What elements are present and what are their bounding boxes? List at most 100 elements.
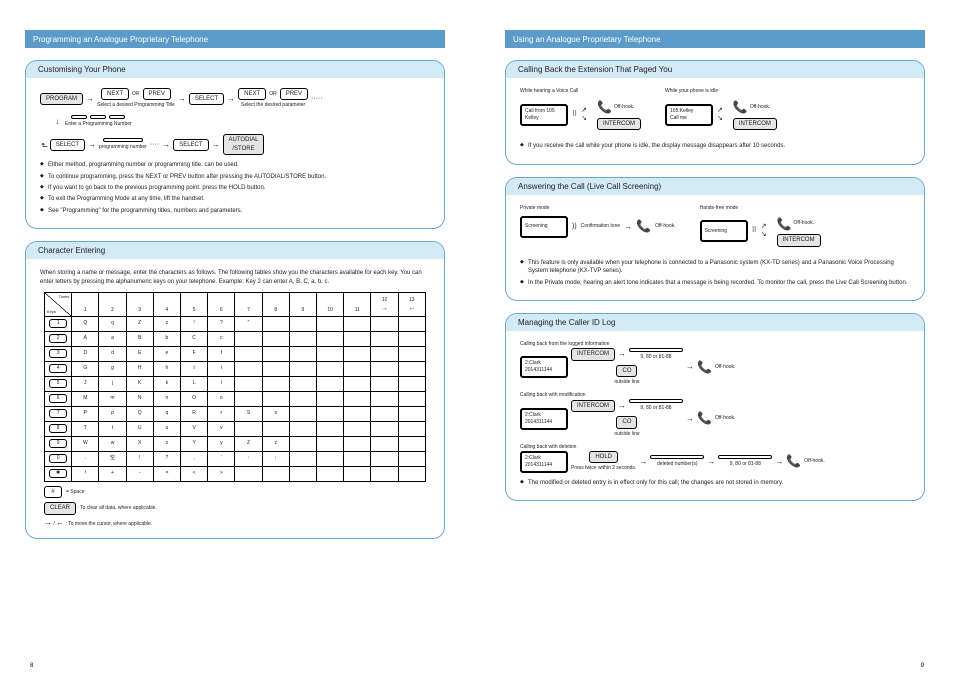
offhook-label: Off-hook.	[655, 223, 675, 230]
char-cell	[398, 421, 425, 436]
prev-button[interactable]: PREV	[143, 88, 171, 100]
char-cell: q	[153, 406, 180, 421]
right-bar-title: Using an Analogue Proprietary Telephone	[513, 35, 661, 44]
co-button[interactable]: CO	[616, 365, 637, 377]
hash-key[interactable]: #	[44, 486, 62, 498]
char-cell	[344, 361, 371, 376]
dial-key-7[interactable]: 7	[49, 409, 67, 418]
co-button-2[interactable]: CO	[616, 416, 637, 428]
left-arrow-icon: ←	[56, 518, 64, 527]
char-cell: o	[208, 391, 235, 406]
dial-key-2[interactable]: 2	[49, 334, 67, 343]
char-cell: i	[208, 361, 235, 376]
r1-body: While hearing a Voice Call Call from 105…	[506, 78, 924, 164]
r2-bullets: This feature is only available when your…	[520, 259, 910, 290]
table-row: 8TtUuVv	[45, 421, 426, 436]
r2-hands-heading: Hands-free mode	[700, 205, 739, 212]
th: 13←	[398, 292, 425, 316]
table-header-row: Times Keys 1 2 3 4 5 6 7 8	[45, 292, 426, 316]
char-cell: v	[208, 421, 235, 436]
intercom-button-5[interactable]: INTERCOM	[571, 400, 615, 412]
dial-key-0[interactable]: 0	[49, 454, 67, 463]
next-button[interactable]: NEXT	[101, 88, 129, 100]
prog-no-caption: programming number	[99, 144, 147, 151]
char-cell	[344, 346, 371, 361]
select-button-2[interactable]: SELECT	[50, 139, 85, 151]
char-cell	[262, 316, 289, 331]
customising-bullets: Either method, programming number or pro…	[40, 161, 430, 215]
dial-key-4[interactable]: 4	[49, 364, 67, 373]
char-cell	[344, 451, 371, 466]
right-arrow-icon: →	[44, 518, 52, 527]
display-3: 2:Clark 2014311144	[520, 451, 568, 473]
clear-button[interactable]: CLEAR	[44, 502, 76, 514]
char-cell	[235, 421, 262, 436]
hold-button[interactable]: HOLD	[589, 451, 618, 463]
dial-key-9[interactable]: 9	[49, 439, 67, 448]
intercom-button-4[interactable]: INTERCOM	[571, 348, 615, 360]
mod-field-3[interactable]	[718, 455, 772, 459]
char-cell	[289, 451, 316, 466]
char-cell	[371, 421, 398, 436]
char-cell: =	[153, 466, 180, 481]
dial-key-3[interactable]: 3	[49, 349, 67, 358]
handset-up-icon: 📞	[777, 216, 792, 233]
page-left: 8	[30, 663, 33, 669]
char-cell	[398, 346, 425, 361]
prev-button-2[interactable]: PREV	[280, 88, 308, 100]
select-button[interactable]: SELECT	[189, 93, 224, 105]
char-cell: 空	[99, 451, 126, 466]
char-cell	[317, 361, 344, 376]
char-cell	[371, 436, 398, 451]
mod-field-2[interactable]	[629, 399, 683, 403]
char-cell	[371, 361, 398, 376]
table-row: 9WwXxYyZz	[45, 436, 426, 451]
page-footer: 8 9	[0, 663, 954, 669]
char-cell: l	[208, 376, 235, 391]
dial-key-1[interactable]: 1	[49, 319, 67, 328]
dial-key-6[interactable]: 6	[49, 394, 67, 403]
program-button[interactable]: PROGRAM	[40, 93, 83, 105]
char-cell	[371, 376, 398, 391]
arrow-icon: →	[639, 458, 647, 466]
row-key-cell: 4	[45, 361, 72, 376]
char-cell	[317, 436, 344, 451]
r3-flow-3: 2:Clark 2014311144 HOLD Press twice with…	[520, 451, 910, 473]
char-cell: :	[235, 451, 262, 466]
next-button-2[interactable]: NEXT	[238, 88, 266, 100]
digit-key[interactable]	[109, 115, 125, 119]
r3-title: Managing the Caller ID Log	[506, 314, 924, 331]
row-key-cell: 3	[45, 346, 72, 361]
mod-field[interactable]	[629, 348, 683, 352]
char-cell: b	[153, 331, 180, 346]
deleted-field[interactable]	[650, 455, 704, 459]
dial-key-✱[interactable]: ✱	[49, 469, 67, 478]
th: 6	[208, 292, 235, 316]
digit-key[interactable]	[71, 115, 87, 119]
char-cell: G	[72, 361, 99, 376]
char-cell: F	[181, 346, 208, 361]
char-cell	[344, 391, 371, 406]
table-row: 5JjKkLl	[45, 376, 426, 391]
arrow-icon: →	[775, 458, 783, 466]
intercom-button[interactable]: INTERCOM	[597, 118, 641, 130]
char-cell: P	[72, 406, 99, 421]
dial-key-5[interactable]: 5	[49, 379, 67, 388]
select-button-3[interactable]: SELECT	[173, 139, 208, 151]
r2-body: Private mode Screening )) Confirmation t…	[506, 195, 924, 300]
dial-key-8[interactable]: 8	[49, 424, 67, 433]
customising-title: Customising Your Phone	[26, 61, 444, 78]
char-cell: E	[126, 346, 153, 361]
digit-key[interactable]	[90, 115, 106, 119]
intercom-button-3[interactable]: INTERCOM	[777, 234, 821, 246]
char-cell	[235, 391, 262, 406]
r1-idle-cluster: While your phone is idle 105:Kelley Call…	[665, 88, 777, 130]
char-cell: +	[99, 466, 126, 481]
autodial-button[interactable]: AUTODIAL /STORE	[223, 134, 265, 155]
r3-h2: Calling back with modification	[520, 392, 910, 399]
prog-number-field[interactable]	[103, 138, 143, 142]
intercom-button-2[interactable]: INTERCOM	[733, 118, 777, 130]
r3-h3: Calling back with deletion	[520, 444, 910, 451]
display-hands: Screening	[700, 220, 748, 242]
char-cell: K	[126, 376, 153, 391]
